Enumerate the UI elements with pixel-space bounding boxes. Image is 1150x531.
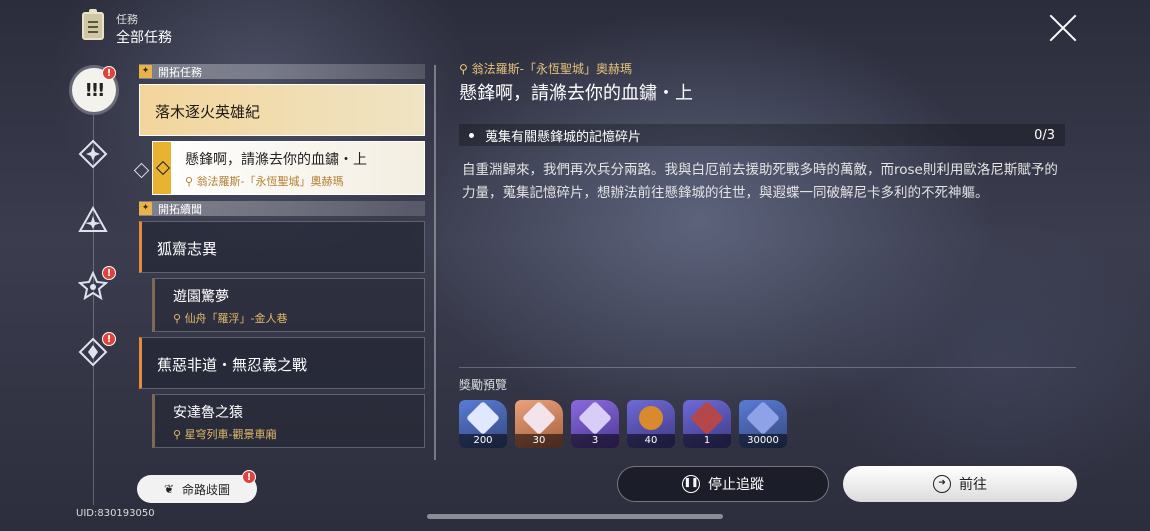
pause-icon: ❚❚	[682, 475, 700, 493]
section-icon: ✦	[139, 65, 152, 78]
reward-item[interactable]: 40	[627, 400, 675, 448]
quest-objective: 蒐集有關懸鋒城的記憶碎片 0/3	[459, 124, 1065, 146]
quest-group-item[interactable]: 蕉惡非道・無忍義之戰	[139, 337, 425, 389]
quest-title: 懸鋒啊，請滌去你的血鏽・上	[459, 83, 693, 104]
close-icon[interactable]	[1049, 14, 1077, 42]
header-subtitle: 任務	[116, 13, 138, 26]
rewards-label: 獎勵預覽	[459, 378, 508, 392]
location-pin-icon: ⚲	[173, 428, 185, 441]
notification-badge: !	[102, 66, 116, 80]
divider	[459, 367, 1076, 368]
reward-item[interactable]: 1	[683, 400, 731, 448]
quest-group-item[interactable]: 狐齋志異	[139, 221, 425, 273]
section-header: ✦ 開拓任務	[139, 64, 425, 79]
notification-badge: !	[102, 332, 116, 346]
diamond-star-icon	[78, 139, 108, 169]
location-pin-icon: ⚲	[173, 312, 185, 325]
rewards-list: 200 30 3 40 1 30000	[459, 400, 787, 448]
location-pin-icon: ⚲	[459, 62, 472, 76]
tracking-marker-icon	[153, 142, 171, 194]
quest-item[interactable]: 遊園驚夢 ⚲ 仙舟「羅浮」-金人巷	[152, 278, 425, 332]
location-pin-icon: ⚲	[185, 175, 197, 188]
quest-log-icon	[82, 9, 104, 40]
quest-item[interactable]: 安達魯之猿 ⚲ 星穹列車-觀景車廂	[152, 394, 425, 448]
reward-item[interactable]: 30	[515, 400, 563, 448]
leaf-icon: ❦	[163, 482, 175, 496]
crystal-icon	[522, 401, 556, 435]
section-icon: ✦	[139, 202, 152, 215]
go-button[interactable]: ➜ 前往	[843, 466, 1077, 502]
bullet-icon	[469, 132, 474, 138]
home-indicator	[427, 514, 723, 519]
purple-material-icon	[578, 401, 612, 435]
arrow-right-icon: ➜	[933, 475, 951, 493]
filter-trailblaze-button[interactable]	[74, 135, 112, 173]
stop-tracking-button[interactable]: ❚❚ 停止追蹤	[617, 466, 829, 502]
reward-item[interactable]: 30000	[739, 400, 787, 448]
quest-list[interactable]: ✦ 開拓任務 落木逐火英雄紀 懸鋒啊，請滌去你的血鏽・上 ⚲ 翁法羅斯-「永恆聖城…	[139, 64, 425, 462]
exclamation-icon: !!!	[84, 79, 106, 101]
filter-companion-button[interactable]	[74, 201, 112, 239]
section-header: ✦ 開拓續聞	[139, 201, 425, 216]
objective-progress: 0/3	[1034, 127, 1055, 143]
notification-badge: !	[242, 470, 256, 484]
quest-location: 翁法羅斯-「永恆聖城」奧赫瑪	[471, 62, 632, 76]
page-title: 全部任務	[116, 30, 172, 46]
reward-item[interactable]: 200	[459, 400, 507, 448]
quest-description: 自重淵歸來，我們再次兵分兩路。我與白厄前去援助死戰多時的萬敵，而rose則利用歐…	[462, 162, 1058, 201]
notification-badge: !	[102, 266, 116, 280]
panel-divider	[434, 65, 436, 460]
stellar-jade-icon	[466, 401, 500, 435]
quest-group-item[interactable]: 落木逐火英雄紀	[139, 84, 425, 136]
reward-item[interactable]: 3	[571, 400, 619, 448]
rail-divider	[93, 115, 94, 505]
credit-icon	[746, 401, 780, 435]
quest-item-selected[interactable]: 懸鋒啊，請滌去你的血鏽・上 ⚲ 翁法羅斯-「永恆聖城」奧赫瑪	[152, 141, 425, 195]
book-icon	[690, 401, 724, 435]
bottle-icon	[634, 401, 668, 435]
fate-map-button[interactable]: ❦ 命路歧圖	[137, 475, 257, 503]
uid-label: UID:830193050	[76, 508, 155, 519]
triangle-icon	[78, 205, 108, 232]
